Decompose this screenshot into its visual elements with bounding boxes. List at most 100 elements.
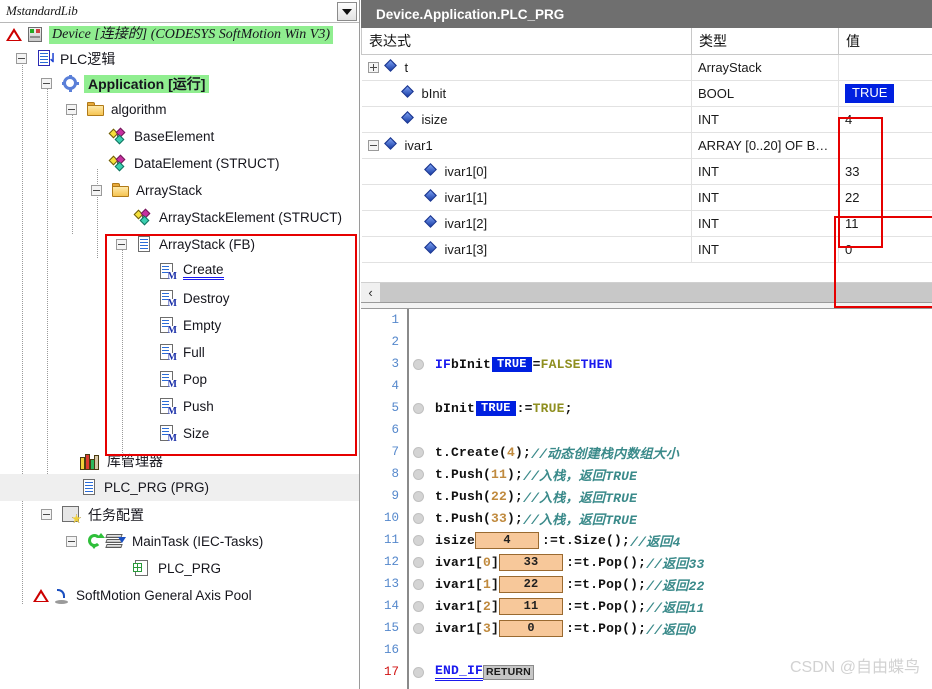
tree-expander[interactable]	[66, 536, 77, 547]
code-line[interactable]: 4	[361, 375, 932, 397]
breakpoint-dot[interactable]	[413, 578, 424, 590]
table-row[interactable]: ivar1[2] INT 11	[361, 210, 932, 237]
tree-node-baseelement[interactable]: BaseElement	[0, 123, 359, 150]
inline-monitor-value[interactable]: 22	[499, 575, 564, 593]
code-line[interactable]: 5 bInit TRUE := TRUE ;	[361, 397, 932, 419]
tree-expander[interactable]	[16, 53, 27, 64]
inline-monitor-value[interactable]: 33	[499, 553, 564, 571]
cell-expression[interactable]: ivar1	[361, 132, 692, 159]
cell-expression[interactable]: ivar1[2]	[361, 210, 692, 237]
cell-value[interactable]	[838, 132, 932, 159]
tree-node-method-size[interactable]: M Size	[0, 420, 359, 447]
inline-monitor-return[interactable]: RETURN	[483, 664, 534, 680]
breakpoint-dot[interactable]	[413, 666, 424, 678]
chevron-left-icon[interactable]: ‹	[361, 283, 380, 302]
table-row[interactable]: ivar1[1] INT 22	[361, 184, 932, 211]
panel-splitter[interactable]	[361, 302, 932, 309]
breakpoint-dot[interactable]	[413, 645, 424, 656]
cell-expression[interactable]: t	[361, 54, 692, 81]
breakpoint-dot[interactable]	[413, 622, 424, 634]
breakpoint-dot[interactable]	[413, 534, 424, 546]
breakpoint-dot[interactable]	[413, 600, 424, 612]
table-row[interactable]: ivar1 ARRAY [0..20] OF B…	[361, 132, 932, 159]
breakpoint-dot[interactable]	[413, 490, 424, 502]
inline-monitor-value[interactable]: 11	[499, 597, 564, 615]
code-line[interactable]: 1	[361, 309, 932, 331]
code-line[interactable]: 15 ivar1 [ 3 ] 0 := t.Pop (); //返回0	[361, 617, 932, 639]
column-header-expression[interactable]: 表达式	[361, 28, 692, 55]
tree-node-task-configuration[interactable]: 任务配置	[0, 501, 359, 528]
code-line[interactable]: 14 ivar1 [ 2 ] 11 := t.Pop (); //返回11	[361, 595, 932, 617]
inline-monitor-bool[interactable]: TRUE	[492, 356, 532, 372]
code-editor[interactable]: 1 2 3 IF bInit TRUE = FALSE THEN 4 5 bIn…	[361, 309, 932, 689]
cell-value[interactable]: 33	[838, 158, 932, 185]
tree-expander[interactable]	[41, 78, 52, 89]
inline-monitor-value[interactable]: 4	[475, 531, 540, 549]
inline-monitor-value[interactable]: 0	[499, 619, 564, 637]
tree-node-method-full[interactable]: M Full	[0, 339, 359, 366]
cell-value[interactable]: TRUE	[838, 80, 932, 107]
tree-node-plc-prg-call[interactable]: PLC_PRG	[0, 555, 359, 582]
table-row[interactable]: ivar1[0] INT 33	[361, 158, 932, 185]
row-expander-minus-icon[interactable]	[367, 139, 379, 151]
cell-value[interactable]	[838, 54, 932, 81]
tree-node-device[interactable]: Device [连接的] (CODESYS SoftMotion Win V3)	[0, 23, 359, 46]
breakpoint-dot[interactable]	[413, 381, 424, 392]
code-line[interactable]: 8 t.Push ( 11 ); //入栈，返回TRUE	[361, 463, 932, 485]
cell-value[interactable]: 11	[838, 210, 932, 237]
tree-dropdown-button[interactable]	[337, 2, 357, 21]
tree-node-plc-prg-pou[interactable]: PLC_PRG (PRG)	[0, 474, 359, 501]
tree-node-library-manager[interactable]: 库管理器	[0, 447, 359, 474]
code-line[interactable]: 6	[361, 419, 932, 441]
tree-node-softmotion-axis-pool[interactable]: SoftMotion General Axis Pool	[0, 582, 359, 609]
code-line[interactable]: 12 ivar1 [ 0 ] 33 := t.Pop (); //返回33	[361, 551, 932, 573]
row-expander-plus-icon[interactable]	[367, 61, 379, 73]
tree-node-plc-logic[interactable]: ⇃ PLC逻辑	[0, 46, 359, 71]
tree-node-method-empty[interactable]: M Empty	[0, 312, 359, 339]
breakpoint-dot[interactable]	[413, 337, 424, 348]
cell-expression[interactable]: ivar1[1]	[361, 184, 692, 211]
tree-expander[interactable]	[116, 239, 127, 250]
code-line[interactable]: 13 ivar1 [ 1 ] 22 := t.Pop (); //返回22	[361, 573, 932, 595]
cell-value[interactable]: 4	[838, 106, 932, 133]
breakpoint-dot[interactable]	[413, 358, 424, 370]
cell-expression[interactable]: isize	[361, 106, 692, 133]
code-line[interactable]: 2	[361, 331, 932, 353]
tree-node-method-pop[interactable]: M Pop	[0, 366, 359, 393]
tree-node-application[interactable]: Application [运行]	[0, 71, 359, 96]
table-row[interactable]: t ArrayStack	[361, 54, 932, 81]
code-line[interactable]: 10 t.Push ( 33 ); //入栈，返回TRUE	[361, 507, 932, 529]
column-header-value[interactable]: 值	[838, 28, 932, 55]
tree-node-arraystack-folder[interactable]: ArrayStack	[0, 177, 359, 204]
cell-expression[interactable]: ivar1[0]	[361, 158, 692, 185]
breakpoint-dot[interactable]	[413, 468, 424, 480]
tree-expander[interactable]	[66, 104, 77, 115]
tree-expander[interactable]	[91, 185, 102, 196]
table-row[interactable]: isize INT 4	[361, 106, 932, 133]
tree-node-arraystack-fb[interactable]: ArrayStack (FB)	[0, 231, 359, 258]
cell-value[interactable]: 22	[838, 184, 932, 211]
code-line[interactable]: 7 t.Create ( 4 ); //动态创建栈内数组大小	[361, 441, 932, 463]
cell-value[interactable]: 0	[838, 236, 932, 263]
tree-node-method-create[interactable]: M Create	[0, 258, 359, 285]
breakpoint-dot[interactable]	[413, 446, 424, 458]
breakpoint-dot[interactable]	[413, 402, 424, 414]
breakpoint-dot[interactable]	[413, 556, 424, 568]
table-row[interactable]: ivar1[3] INT 0	[361, 236, 932, 263]
inline-monitor-bool[interactable]: TRUE	[476, 400, 516, 416]
breakpoint-dot[interactable]	[413, 512, 424, 524]
cell-expression[interactable]: ivar1[3]	[361, 236, 692, 263]
cell-expression[interactable]: bInit	[361, 80, 692, 107]
scrollbar-thumb[interactable]	[380, 283, 932, 302]
code-line[interactable]: 11 isize 4 := t.Size (); //返回4	[361, 529, 932, 551]
tree-expander[interactable]	[41, 509, 52, 520]
tree-node-algorithm[interactable]: algorithm	[0, 96, 359, 123]
code-line[interactable]: 3 IF bInit TRUE = FALSE THEN	[361, 353, 932, 375]
tree-node-dataelement[interactable]: DataElement (STRUCT)	[0, 150, 359, 177]
tree-node-arraystackelement[interactable]: ArrayStackElement (STRUCT)	[0, 204, 359, 231]
tree-node-method-push[interactable]: M Push	[0, 393, 359, 420]
watch-horizontal-scrollbar[interactable]: ‹	[361, 282, 932, 302]
tree-node-method-destroy[interactable]: M Destroy	[0, 285, 359, 312]
column-header-type[interactable]: 类型	[691, 28, 839, 55]
code-line[interactable]: 9 t.Push ( 22 ); //入栈，返回TRUE	[361, 485, 932, 507]
